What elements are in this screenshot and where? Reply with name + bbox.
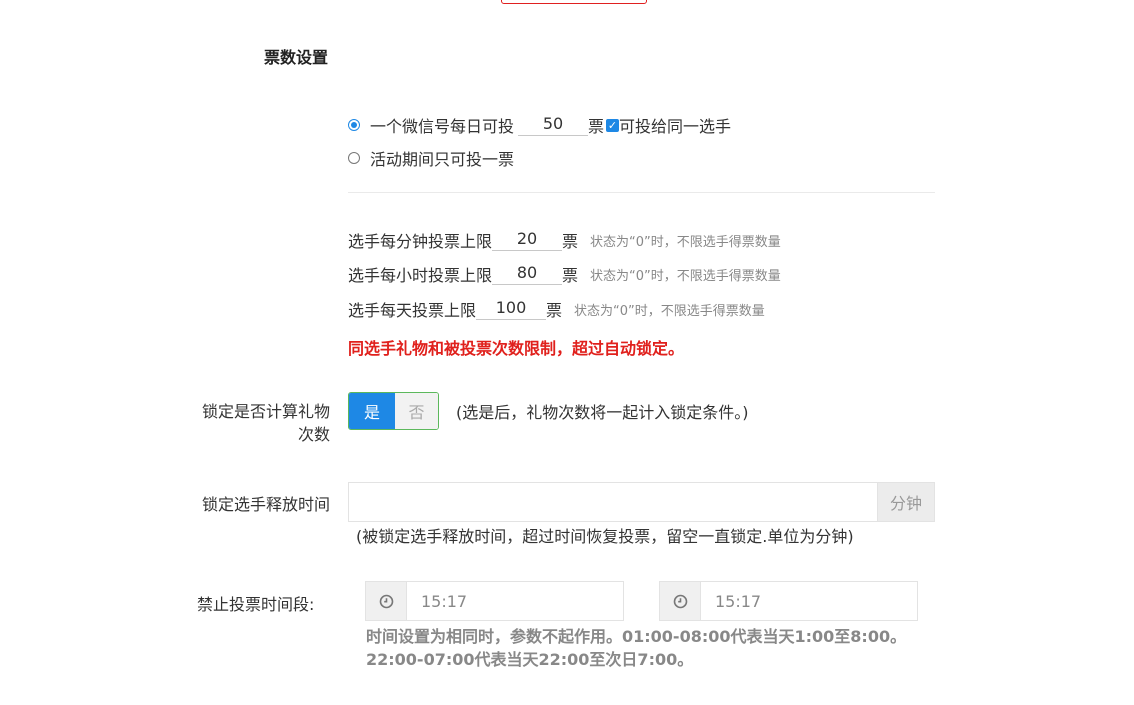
section-title: 票数设置	[264, 48, 329, 67]
release-time-label: 锁定选手释放时间	[201, 495, 330, 514]
daily-vote-unit: 票	[588, 117, 605, 136]
forbid-end-time-picker[interactable]: 15:17	[659, 581, 918, 621]
limit-per-day-label: 选手每天投票上限	[348, 301, 477, 320]
lock-gift-yes-button[interactable]: 是	[349, 393, 395, 429]
limit-per-hour-hint: 状态为“0”时，不限选手得票数量	[590, 268, 781, 284]
limit-per-hour-label: 选手每小时投票上限	[348, 266, 493, 285]
lock-gift-label-line1: 锁定是否计算礼物	[201, 402, 330, 421]
once-vote-label: 活动期间只可投一票	[370, 150, 515, 169]
limit-per-day-hint: 状态为“0”时，不限选手得票数量	[574, 303, 765, 319]
forbid-period-label: 禁止投票时间段:	[197, 595, 315, 614]
limit-per-day-input[interactable]	[476, 298, 547, 320]
limit-per-hour-unit: 票	[562, 266, 579, 285]
lock-gift-hint: (选是后，礼物次数将一起计入锁定条件。)	[456, 403, 749, 422]
limit-per-hour-input[interactable]	[492, 263, 563, 285]
vote-mode-daily-row: 一个微信号每日可投 票 ✓ 可投给同一选手	[348, 113, 731, 137]
forbid-end-time-value: 15:17	[715, 591, 762, 611]
daily-vote-prefix: 一个微信号每日可投	[370, 117, 515, 136]
forbid-period-note-line1: 时间设置为相同时，参数不起作用。01:00-08:00代表当天1:00至8:00…	[366, 627, 907, 646]
release-time-hint: (被锁定选手释放时间，超过时间恢复投票，留空一直锁定.单位为分钟)	[356, 527, 854, 546]
clock-icon	[366, 582, 407, 620]
same-player-checkbox-label: 可投给同一选手	[619, 117, 732, 136]
limit-per-minute-input[interactable]	[492, 229, 563, 251]
limit-per-day-unit: 票	[546, 301, 563, 320]
radio-daily-vote[interactable]	[348, 119, 360, 131]
daily-vote-input[interactable]	[518, 114, 589, 136]
lock-gift-toggle: 是 否	[348, 392, 439, 430]
same-player-checkbox[interactable]: ✓	[606, 118, 620, 132]
lock-gift-label: 锁定是否计算礼物 次数	[180, 400, 330, 446]
clock-icon	[660, 582, 701, 620]
limit-per-minute-row: 选手每分钟投票上限 票 状态为“0”时，不限选手得票数量	[348, 228, 781, 252]
divider	[348, 192, 935, 193]
limit-per-minute-label: 选手每分钟投票上限	[348, 232, 493, 251]
forbid-start-time-picker[interactable]: 15:17	[365, 581, 624, 621]
limit-per-day-row: 选手每天投票上限 票 状态为“0”时，不限选手得票数量	[348, 297, 765, 321]
limit-per-minute-hint: 状态为“0”时，不限选手得票数量	[590, 234, 781, 250]
limit-per-hour-row: 选手每小时投票上限 票 状态为“0”时，不限选手得票数量	[348, 262, 781, 286]
forbid-period-note-line2: 22:00-07:00代表当天22:00至次日7:00。	[366, 650, 694, 669]
top-button-edge[interactable]	[501, 0, 647, 4]
forbid-start-time-value: 15:17	[421, 591, 468, 611]
release-time-unit-addon: 分钟	[877, 482, 935, 522]
lock-gift-label-line2: 次数	[297, 425, 330, 444]
limit-per-minute-unit: 票	[562, 232, 579, 251]
lock-gift-no-button[interactable]: 否	[395, 393, 438, 429]
radio-once-vote[interactable]	[348, 152, 360, 164]
release-time-input[interactable]	[348, 482, 877, 522]
vote-mode-once-row: 活动期间只可投一票	[348, 146, 514, 170]
limit-warning: 同选手礼物和被投票次数限制，超过自动锁定。	[348, 339, 685, 358]
